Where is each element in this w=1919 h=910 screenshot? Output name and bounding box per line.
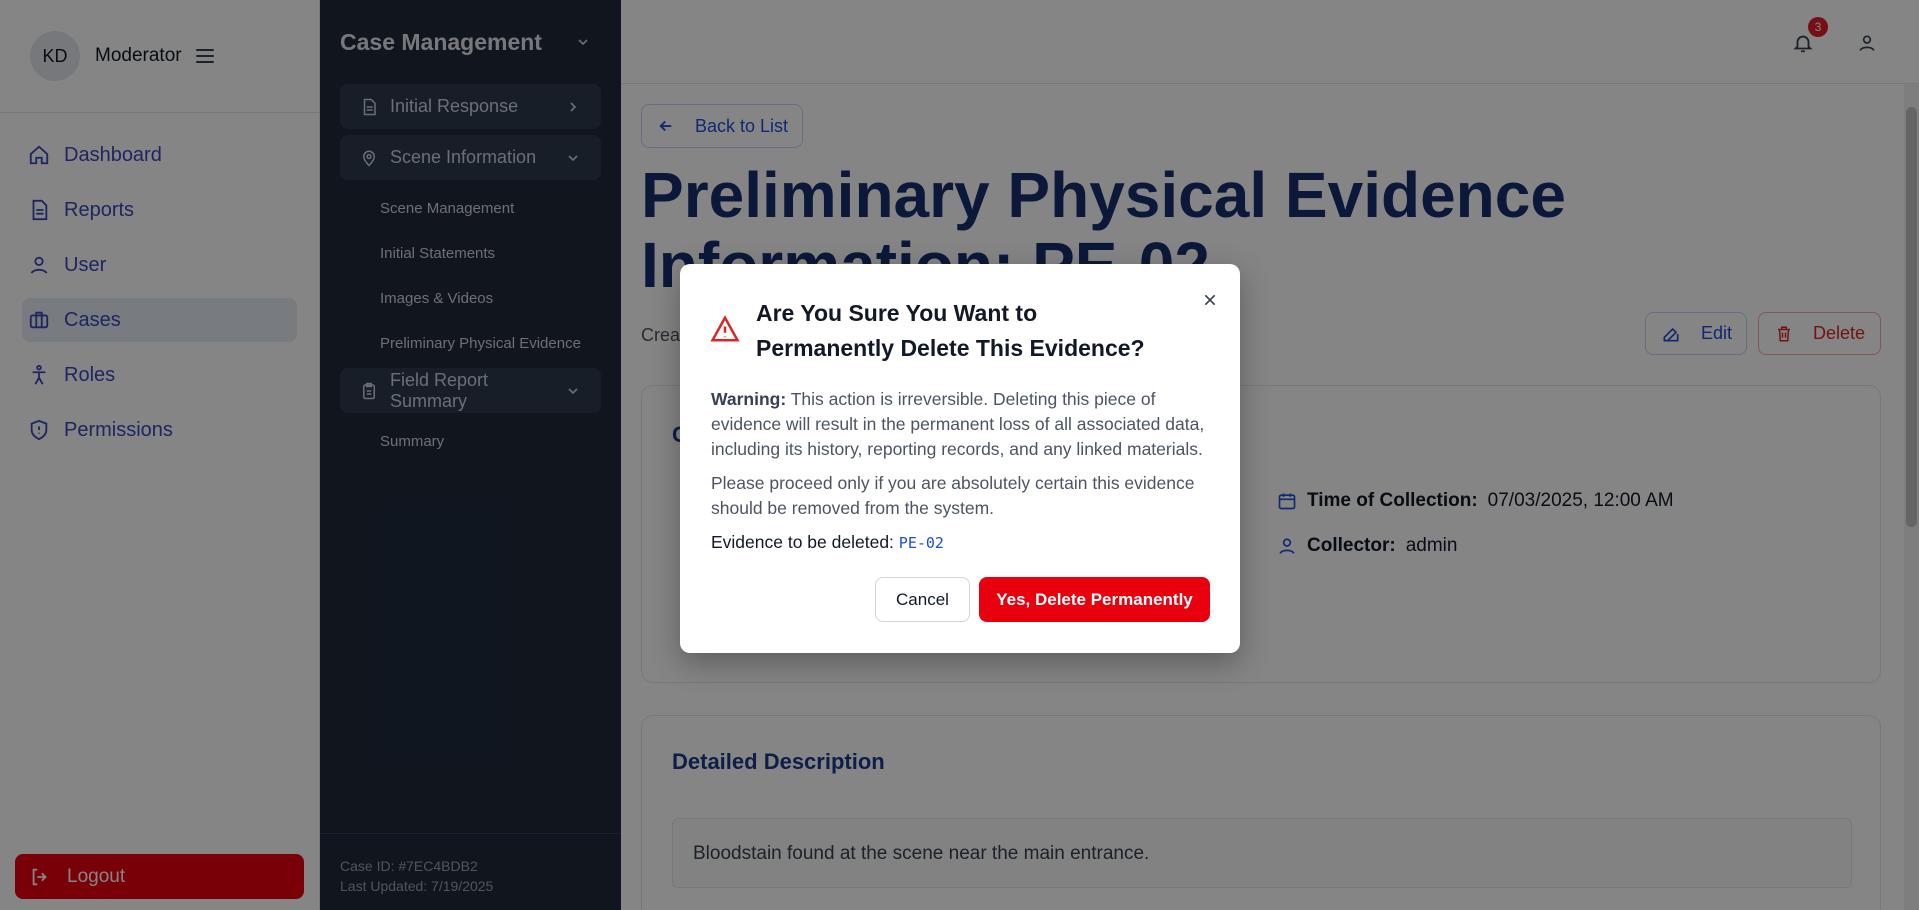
close-icon[interactable] (1202, 292, 1218, 308)
warning-paragraph: Warning: This action is irreversible. De… (711, 387, 1211, 462)
cancel-button[interactable]: Cancel (875, 577, 970, 622)
delete-confirmation-dialog: Are You Sure You Want to Permanently Del… (680, 264, 1240, 653)
warning-label: Warning: (711, 389, 787, 409)
dialog-title: Are You Sure You Want to Permanently Del… (756, 300, 1145, 361)
warning-triangle-icon (710, 315, 740, 342)
proceed-paragraph: Please proceed only if you are absolutel… (711, 473, 1195, 518)
evidence-to-delete: Evidence to be deleted: PE-02 (711, 532, 944, 553)
confirm-delete-button[interactable]: Yes, Delete Permanently (979, 577, 1210, 622)
evidence-id: PE-02 (898, 534, 944, 552)
evidence-label: Evidence to be deleted: (711, 532, 894, 552)
